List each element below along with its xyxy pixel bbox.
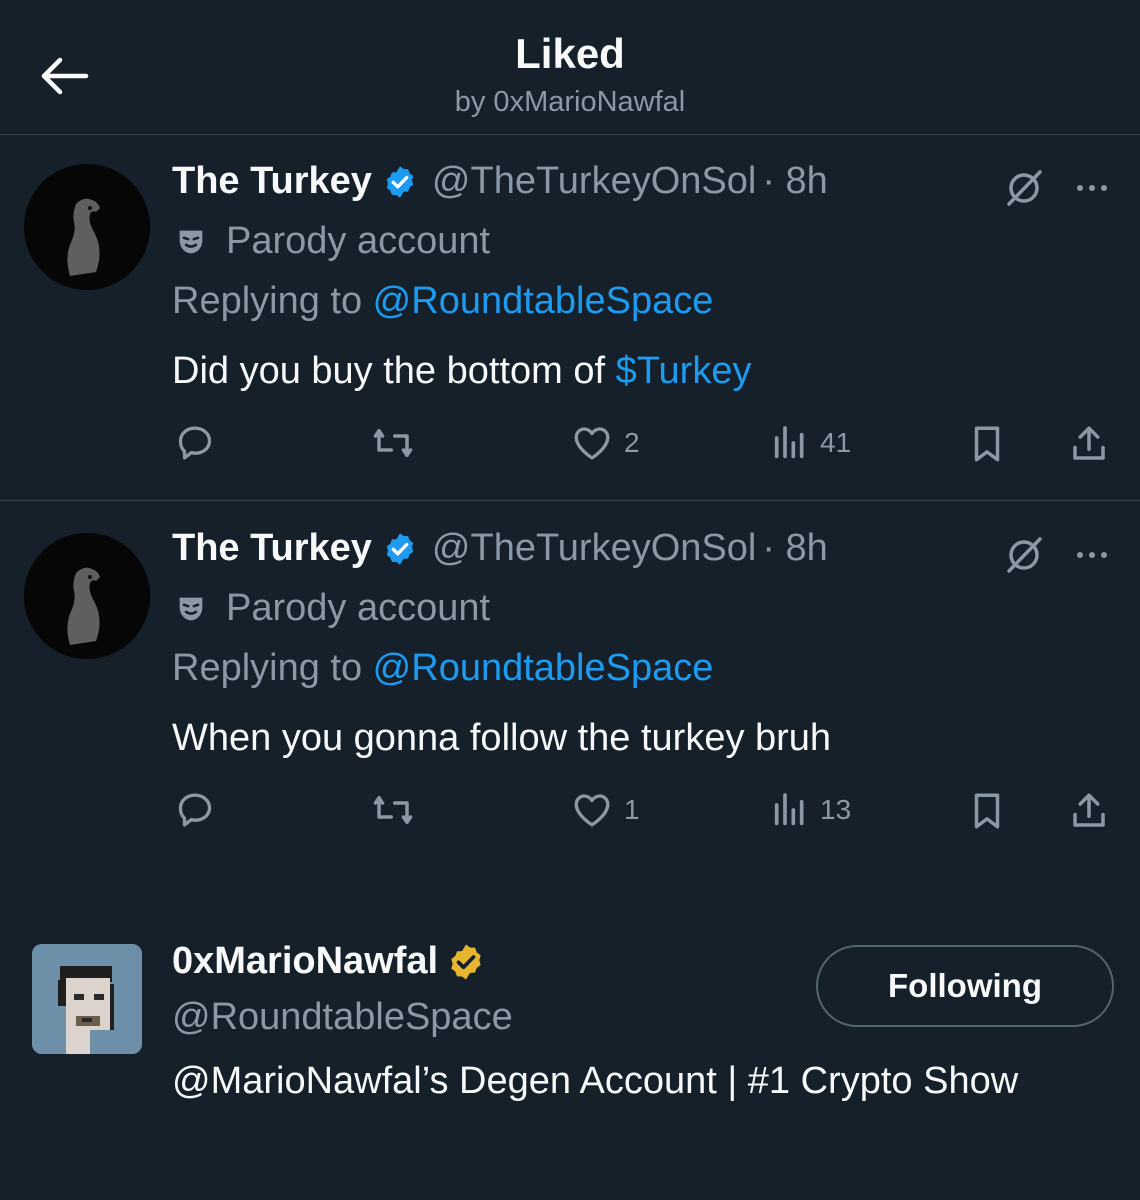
profile-handle[interactable]: @RoundtableSpace bbox=[172, 996, 513, 1039]
bookmark-icon bbox=[974, 793, 1000, 829]
tweet-body: When you gonna follow the turkey bruh bbox=[172, 717, 832, 759]
parody-mask-icon bbox=[179, 597, 203, 620]
bookmark-button[interactable] bbox=[966, 789, 1008, 833]
bookmark-icon bbox=[974, 426, 1000, 462]
tweet-text: When you gonna follow the turkey bruh bbox=[172, 717, 831, 760]
parody-text: Parody account bbox=[226, 220, 491, 262]
replying-to: Replying to @RoundtableSpace bbox=[172, 647, 713, 690]
more-options-icon[interactable] bbox=[1072, 168, 1112, 213]
like-button[interactable]: 1 bbox=[570, 789, 640, 831]
verified-badge-icon bbox=[386, 165, 414, 198]
reply-icon bbox=[178, 426, 212, 460]
tweet-header: The Turkey @TheTurkeyOnSol · 8h bbox=[172, 527, 828, 570]
reply-button[interactable] bbox=[174, 422, 216, 464]
profile-bio: @MarioNawfal’s Degen Account | #1 Crypto… bbox=[172, 1060, 1019, 1102]
repost-button[interactable] bbox=[370, 789, 416, 831]
parody-text: Parody account bbox=[226, 587, 491, 629]
pixel-punk-avatar-image bbox=[32, 944, 142, 1054]
repost-icon bbox=[373, 429, 413, 457]
turkey-avatar-image bbox=[24, 164, 150, 290]
tweet[interactable]: The Turkey @TheTurkeyOnSol · 8h Parody a… bbox=[0, 134, 1140, 500]
views-button[interactable]: 41 bbox=[770, 422, 851, 464]
avatar[interactable] bbox=[24, 533, 150, 659]
repost-icon bbox=[373, 796, 413, 824]
verified-badge-icon bbox=[386, 532, 414, 565]
replying-prefix: Replying to bbox=[172, 280, 373, 322]
mention-link[interactable]: @RoundtableSpace bbox=[373, 280, 714, 322]
heart-icon bbox=[574, 427, 610, 460]
parody-label: Parody account bbox=[174, 587, 490, 630]
bookmark-button[interactable] bbox=[966, 422, 1008, 466]
reply-icon bbox=[178, 793, 212, 827]
like-count: 2 bbox=[624, 427, 640, 458]
analytics-icon bbox=[774, 793, 804, 826]
tweet-text: Did you buy the bottom of $Turkey bbox=[172, 350, 751, 393]
timestamp: · 8h bbox=[762, 527, 828, 569]
parody-label: Parody account bbox=[174, 220, 490, 263]
cashtag-link[interactable]: $Turkey bbox=[616, 350, 752, 392]
views-button[interactable]: 13 bbox=[770, 789, 851, 831]
turkey-avatar-image bbox=[24, 533, 150, 659]
display-name[interactable]: The Turkey bbox=[172, 527, 372, 570]
profile-display-name[interactable]: 0xMarioNawfal bbox=[172, 940, 438, 983]
share-icon bbox=[1073, 426, 1105, 460]
view-count: 41 bbox=[820, 427, 852, 458]
avatar[interactable] bbox=[24, 164, 150, 290]
like-button[interactable]: 2 bbox=[570, 422, 640, 464]
profile-avatar[interactable] bbox=[32, 944, 142, 1054]
view-count: 13 bbox=[820, 794, 852, 825]
share-button[interactable] bbox=[1068, 789, 1110, 833]
tweet-body: Did you buy the bottom of bbox=[172, 350, 616, 392]
replying-prefix: Replying to bbox=[172, 647, 373, 689]
grok-icon[interactable] bbox=[1004, 168, 1044, 213]
tweet[interactable]: The Turkey @TheTurkeyOnSol · 8h Parody a… bbox=[0, 501, 1140, 861]
profile-name-row: 0xMarioNawfal bbox=[172, 940, 486, 983]
grok-icon[interactable] bbox=[1004, 535, 1044, 580]
heart-icon bbox=[574, 794, 610, 827]
tweet-header: The Turkey @TheTurkeyOnSol · 8h bbox=[172, 160, 828, 203]
analytics-icon bbox=[774, 426, 804, 459]
display-name[interactable]: The Turkey bbox=[172, 160, 372, 203]
page-title: Liked bbox=[515, 30, 625, 77]
more-options-icon[interactable] bbox=[1072, 535, 1112, 580]
gold-verified-badge-icon bbox=[451, 944, 481, 979]
mention-link[interactable]: @RoundtableSpace bbox=[373, 647, 714, 689]
reply-button[interactable] bbox=[174, 789, 216, 831]
page-subtitle: by 0xMarioNawfal bbox=[454, 86, 686, 118]
like-count: 1 bbox=[624, 794, 640, 825]
replying-to: Replying to @RoundtableSpace bbox=[172, 280, 713, 323]
timestamp: · 8h bbox=[762, 160, 828, 202]
user-handle[interactable]: @TheTurkeyOnSol bbox=[432, 160, 756, 203]
share-icon bbox=[1073, 793, 1105, 827]
repost-button[interactable] bbox=[370, 422, 416, 464]
share-button[interactable] bbox=[1068, 422, 1110, 466]
following-button[interactable]: Following bbox=[816, 945, 1114, 1027]
parody-mask-icon bbox=[179, 230, 203, 253]
user-handle[interactable]: @TheTurkeyOnSol bbox=[432, 527, 756, 570]
